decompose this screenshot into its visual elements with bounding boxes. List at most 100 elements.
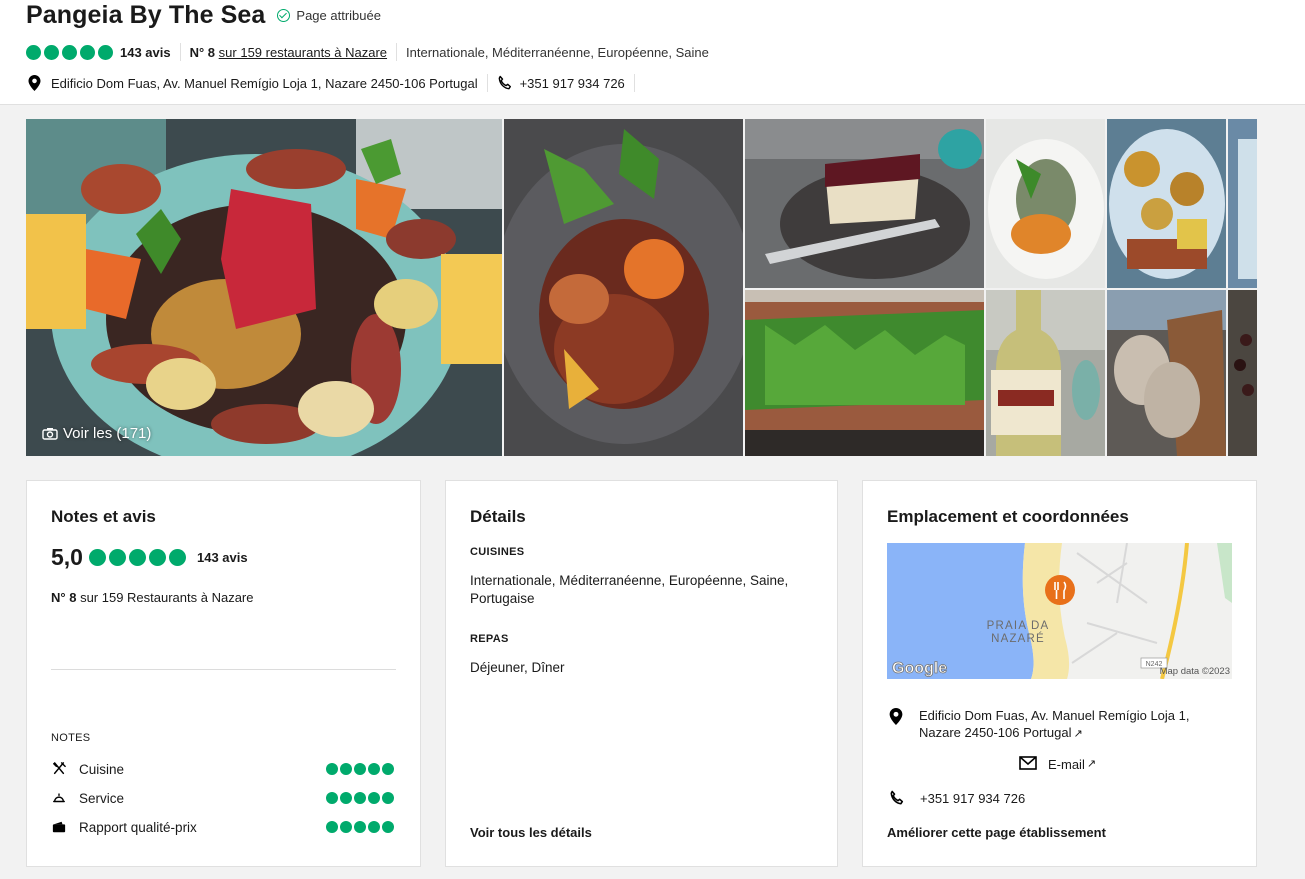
restaurant-header: Pangeia By The Sea Page attribuée 143 av…	[0, 0, 1305, 105]
claimed-label: Page attribuée	[296, 7, 381, 23]
ranking-link[interactable]: N° 8 sur 159 restaurants à Nazare	[190, 45, 387, 60]
cuisines-label: CUISINES	[470, 546, 525, 558]
details-title: Détails	[470, 507, 526, 526]
rank-number: N° 8	[189, 44, 216, 60]
contact-row: Edificio Dom Fuas, Av. Manuel Remígio Lo…	[28, 73, 644, 93]
address-line-1: Edificio Dom Fuas, Av. Manuel Remígio Lo…	[919, 708, 1190, 723]
overall-rating-bubbles	[88, 549, 189, 566]
note-row-service: Service	[51, 789, 396, 807]
rating-bubble-icon	[326, 792, 338, 804]
overall-score: 5,0	[51, 544, 83, 570]
rating-bubble-icon	[340, 821, 352, 833]
rating-bubble-icon	[382, 792, 394, 804]
rating-bubble-icon	[80, 44, 95, 60]
rating-bubble-icon	[354, 821, 366, 833]
check-circle-icon	[277, 8, 291, 22]
ratings-review-count[interactable]: 143 avis	[197, 550, 248, 565]
note-rating-bubbles	[326, 821, 396, 833]
rating-bubble-icon	[368, 763, 380, 775]
mail-icon	[1019, 756, 1037, 770]
view-all-photos-button[interactable]: Voir les (171)	[42, 425, 151, 442]
improve-listing-link[interactable]: Améliorer cette page établissement	[887, 825, 1106, 840]
photo-partial-blue[interactable]	[1228, 119, 1257, 288]
photo-fish-dish[interactable]	[986, 119, 1105, 288]
ratings-rank-text: sur 159 Restaurants à Nazare	[80, 590, 254, 605]
header-address-link[interactable]: Edificio Dom Fuas, Av. Manuel Remígio Lo…	[51, 76, 478, 91]
rating-bubble-icon	[88, 549, 106, 566]
divider	[396, 43, 398, 61]
note-label: Rapport qualité-prix	[79, 819, 197, 835]
address-line-2-row: Nazare 2450-106 Portugal ↗	[919, 724, 1189, 743]
location-address[interactable]: Edificio Dom Fuas, Av. Manuel Remígio Lo…	[889, 707, 1189, 743]
address-lines: Edificio Dom Fuas, Av. Manuel Remígio Lo…	[919, 707, 1189, 743]
rating-bubble-icon	[26, 44, 41, 60]
cloche-icon	[53, 793, 65, 803]
wallet-icon	[52, 821, 66, 833]
phone-number: +351 917 934 726	[920, 791, 1026, 806]
rating-bubble-icon	[340, 792, 352, 804]
details-card: Détails CUISINES Internationale, Méditer…	[445, 480, 838, 867]
rating-bubble-icon	[62, 44, 77, 60]
rating-bubble-icon	[382, 763, 394, 775]
phone-icon	[890, 790, 904, 805]
see-all-details-link[interactable]: Voir tous les détails	[470, 825, 592, 840]
photo-potato-plate[interactable]	[1107, 119, 1226, 288]
ratings-rank: N° 8 sur 159 Restaurants à Nazare	[51, 590, 254, 605]
photo-main-octopus-platter[interactable]: Voir les (171)	[26, 119, 502, 456]
map-attribution: Map data ©2023	[1160, 666, 1230, 677]
rating-bubble-icon	[128, 549, 146, 566]
external-link-icon: ↗	[1073, 728, 1083, 740]
note-label: Cuisine	[79, 761, 125, 777]
note-rating-bubbles	[326, 763, 396, 775]
photo-interior-green-wall[interactable]	[745, 290, 984, 456]
rating-bubble-icon	[98, 44, 113, 60]
restaurant-title: Pangeia By The Sea	[26, 0, 266, 29]
utensils-icon	[53, 762, 66, 775]
camera-icon	[42, 428, 58, 440]
overall-score-row: 5,0 143 avis	[51, 544, 248, 571]
divider	[51, 669, 396, 670]
email-link[interactable]: E-mail ↗	[1019, 756, 1096, 773]
review-count-link[interactable]: 143 avis	[120, 45, 171, 60]
meals-value: Déjeuner, Dîner	[470, 660, 565, 675]
map-place-label-2: NAZARÉ	[991, 632, 1045, 645]
rating-bubble-icon	[354, 763, 366, 775]
divider	[179, 43, 181, 61]
claimed-badge[interactable]: Page attribuée	[277, 8, 381, 23]
photo-partial-olives[interactable]	[1228, 290, 1257, 456]
photo-wine-bottle[interactable]	[986, 290, 1105, 456]
address-line-2: Nazare 2450-106 Portugal	[919, 725, 1072, 740]
cuisine-list: Internationale, Méditerranéenne, Europée…	[406, 44, 709, 60]
ratings-card: Notes et avis 5,0 143 avis N° 8 sur 159 …	[26, 480, 421, 867]
map-place-label-1: PRAIA DA	[987, 620, 1050, 632]
rating-bubble-icon	[340, 763, 352, 775]
header-phone-link[interactable]: +351 917 934 726	[520, 76, 625, 91]
notes-label: NOTES	[51, 732, 91, 744]
photo-bread-bag[interactable]	[1107, 290, 1226, 456]
photo-gallery[interactable]: Voir les (171)	[26, 119, 1257, 456]
location-title: Emplacement et coordonnées	[887, 507, 1129, 526]
note-label: Service	[79, 790, 125, 806]
photo-cheesecake[interactable]	[745, 119, 984, 288]
location-map[interactable]: PRAIA DA NAZARÉ Google N242 Map data ©20…	[887, 543, 1232, 679]
ratings-rank-number: N° 8	[51, 590, 77, 605]
note-rating-bubbles	[326, 792, 396, 804]
rating-bubble-icon	[108, 549, 126, 566]
divider	[486, 74, 488, 92]
rating-bubble-icon	[368, 821, 380, 833]
note-row-cuisine: Cuisine	[51, 760, 396, 778]
external-link-icon: ↗	[1086, 758, 1097, 770]
rating-bubble-icon	[168, 549, 186, 566]
google-logo: Google	[892, 660, 947, 677]
photo-grilled-octopus[interactable]	[504, 119, 743, 456]
divider	[633, 74, 635, 92]
rating-bubbles[interactable]	[26, 44, 116, 60]
rating-bubble-icon	[382, 821, 394, 833]
note-row-value: Rapport qualité-prix	[51, 818, 396, 836]
location-phone[interactable]: +351 917 934 726	[889, 790, 1025, 807]
meals-label: REPAS	[470, 633, 509, 645]
cuisines-value: Internationale, Méditerranéenne, Europée…	[470, 573, 789, 606]
map-pin-icon	[28, 75, 41, 91]
rating-bubble-icon	[44, 44, 59, 60]
rating-bubble-icon	[354, 792, 366, 804]
